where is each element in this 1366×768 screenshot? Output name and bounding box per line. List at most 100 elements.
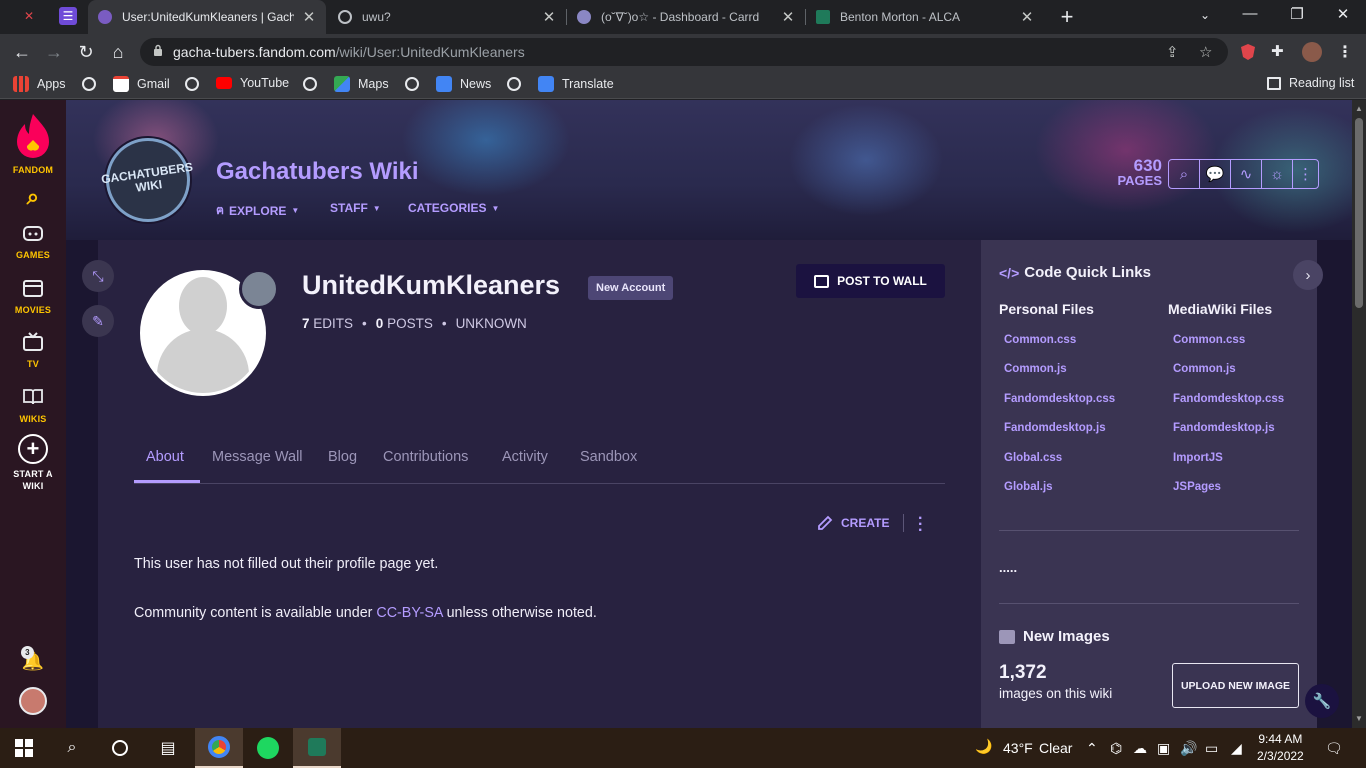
weather-moon-icon[interactable]: 🌙 bbox=[975, 738, 992, 755]
scroll-down-arrow-icon[interactable]: ▼ bbox=[1355, 714, 1363, 723]
rail-start-a-wiki[interactable]: + START A WIKI bbox=[0, 434, 66, 492]
tab-sandbox[interactable]: Sandbox bbox=[580, 449, 637, 465]
bookmark-youtube[interactable]: YouTube bbox=[216, 76, 289, 90]
back-button[interactable]: ← bbox=[10, 41, 34, 63]
tab-carrd[interactable]: (o˘∇˘)o☆ - Dashboard - Carrd ✕ bbox=[567, 0, 805, 34]
fandom-search-button[interactable]: ⌕ bbox=[0, 184, 66, 214]
globe-icon[interactable] bbox=[303, 77, 317, 91]
nav-explore[interactable]: ฅ EXPLORE ▼ bbox=[216, 201, 299, 220]
cc-by-sa-link[interactable]: CC-BY-SA bbox=[376, 605, 442, 621]
wrench-tools-icon[interactable]: 🔧 bbox=[1305, 684, 1339, 718]
chrome-taskbar-icon[interactable] bbox=[195, 728, 243, 768]
clock[interactable]: 9:44 AM 2/3/2022 bbox=[1257, 731, 1304, 765]
battery-icon[interactable]: ▭ bbox=[1205, 740, 1218, 757]
search-icon[interactable]: ⌕ bbox=[48, 728, 96, 768]
bookmark-star-icon[interactable]: ☆ bbox=[1199, 43, 1212, 61]
tab-close-icon[interactable]: ✕ bbox=[781, 8, 795, 26]
home-button[interactable]: ⌂ bbox=[106, 41, 130, 63]
mediawiki-link-fandomdesktop-css[interactable]: Fandomdesktop.css bbox=[1173, 393, 1284, 405]
tab-blog[interactable]: Blog bbox=[328, 449, 357, 465]
personal-link-fandomdesktop-js[interactable]: Fandomdesktop.js bbox=[1004, 422, 1106, 434]
theme-toggle-sun-icon[interactable]: ☼ bbox=[1262, 160, 1293, 188]
tab-search-chevron-icon[interactable]: ⌄ bbox=[1193, 8, 1217, 22]
rail-movies[interactable]: MOVIES bbox=[0, 275, 66, 315]
bookmark-apps[interactable]: Apps bbox=[13, 76, 66, 92]
mediawiki-link-jspages[interactable]: JSPages bbox=[1173, 481, 1221, 493]
globe-icon[interactable] bbox=[507, 77, 521, 91]
scrollbar-thumb[interactable] bbox=[1355, 118, 1363, 308]
post-to-wall-button[interactable]: POST TO WALL bbox=[796, 264, 945, 298]
edit-pencil-icon[interactable]: ✎ bbox=[82, 305, 114, 337]
more-kebab-icon[interactable]: ⋮ bbox=[1293, 160, 1318, 188]
tab-wiki-user[interactable]: User:UnitedKumKleaners | Gacha ✕ bbox=[88, 0, 326, 34]
wiki-search-icon[interactable]: ⌕ bbox=[1169, 160, 1200, 188]
close-window-button[interactable]: ✕ bbox=[1331, 5, 1355, 23]
tab-close-icon[interactable]: ✕ bbox=[542, 8, 556, 26]
wifi-icon[interactable]: ◢ bbox=[1231, 740, 1242, 757]
app-taskbar-icon[interactable] bbox=[293, 728, 341, 768]
globe-icon[interactable] bbox=[185, 77, 199, 91]
restore-button[interactable]: ❐ bbox=[1285, 5, 1309, 23]
reading-list[interactable]: Reading list bbox=[1267, 76, 1354, 90]
share-icon[interactable]: ⇪ bbox=[1166, 43, 1179, 61]
reload-button[interactable]: ↻ bbox=[74, 41, 98, 63]
tab-alca[interactable]: Benton Morton - ALCA ✕ bbox=[806, 0, 1044, 34]
profile-avatar-icon[interactable] bbox=[1302, 42, 1322, 62]
tab-about[interactable]: About bbox=[146, 449, 184, 465]
page-scrollbar[interactable]: ▲ ▼ bbox=[1352, 100, 1366, 728]
spotify-taskbar-icon[interactable] bbox=[244, 728, 292, 768]
discussions-icon[interactable]: 💬 bbox=[1200, 160, 1231, 188]
personal-link-common-css[interactable]: Common.css bbox=[1004, 334, 1076, 346]
personal-link-global-js[interactable]: Global.js bbox=[1004, 481, 1053, 493]
notifications-button[interactable]: 🔔 3 bbox=[0, 646, 66, 678]
user-avatar-button[interactable] bbox=[0, 687, 66, 715]
pinned-tab-app-icon[interactable]: ☰ bbox=[59, 7, 77, 25]
tab-uwu[interactable]: uwu? ✕ bbox=[328, 0, 566, 34]
tab-contributions[interactable]: Contributions bbox=[383, 449, 468, 465]
temperature[interactable]: 43°F bbox=[1003, 740, 1033, 756]
address-bar[interactable]: gacha-tubers.fandom.com/wiki/User:United… bbox=[140, 38, 1228, 66]
tab-activity[interactable]: Activity bbox=[502, 449, 548, 465]
volume-icon[interactable]: 🔊 bbox=[1180, 740, 1197, 757]
activity-icon[interactable]: ∿ bbox=[1231, 160, 1262, 188]
tab-close-icon[interactable]: ✕ bbox=[1020, 8, 1034, 26]
bookmark-gmail[interactable]: Gmail bbox=[113, 76, 170, 92]
new-tab-button[interactable]: + bbox=[1055, 4, 1079, 30]
tray-app-icon[interactable]: ⌬ bbox=[1110, 740, 1122, 757]
pinned-tab-x-icon[interactable]: ✕ bbox=[20, 7, 38, 25]
personal-link-fandomdesktop-css[interactable]: Fandomdesktop.css bbox=[1004, 393, 1115, 405]
collapse-icon[interactable]: ⤡ bbox=[82, 260, 114, 292]
mediawiki-link-importjs[interactable]: ImportJS bbox=[1173, 452, 1223, 464]
sidebar-toggle-chevron-icon[interactable]: › bbox=[1293, 260, 1323, 290]
fandom-home-link[interactable]: FANDOM bbox=[0, 110, 66, 175]
personal-link-global-css[interactable]: Global.css bbox=[1004, 452, 1062, 464]
task-view-icon[interactable]: ▤ bbox=[144, 728, 192, 768]
personal-link-common-js[interactable]: Common.js bbox=[1004, 363, 1067, 375]
notification-center-icon[interactable]: 🗨 bbox=[1325, 740, 1343, 757]
globe-icon[interactable] bbox=[82, 77, 96, 91]
brave-shield-icon[interactable] bbox=[1238, 42, 1258, 62]
rail-wikis[interactable]: WIKIS bbox=[0, 384, 66, 424]
forward-button[interactable]: → bbox=[42, 41, 66, 63]
tab-message-wall[interactable]: Message Wall bbox=[212, 449, 303, 465]
mediawiki-link-fandomdesktop-js[interactable]: Fandomdesktop.js bbox=[1173, 422, 1275, 434]
minimize-button[interactable]: — bbox=[1238, 5, 1262, 22]
onedrive-cloud-icon[interactable]: ☁ bbox=[1133, 740, 1147, 757]
rail-games[interactable]: GAMES bbox=[0, 220, 66, 260]
create-button[interactable]: CREATE bbox=[816, 514, 889, 532]
mediawiki-link-common-js[interactable]: Common.js bbox=[1173, 363, 1236, 375]
nav-staff[interactable]: STAFF ▼ bbox=[330, 201, 381, 215]
bookmark-news[interactable]: News bbox=[436, 76, 491, 92]
tray-chevron-up-icon[interactable]: ⌃ bbox=[1086, 740, 1098, 757]
weather-condition[interactable]: Clear bbox=[1039, 740, 1072, 756]
mediawiki-link-common-css[interactable]: Common.css bbox=[1173, 334, 1245, 346]
rail-tv[interactable]: TV bbox=[0, 329, 66, 369]
upload-new-image-button[interactable]: UPLOAD NEW IMAGE bbox=[1172, 663, 1299, 708]
menu-kebab-icon[interactable]: ⋮ bbox=[1337, 42, 1357, 62]
extensions-puzzle-icon[interactable]: ✚ bbox=[1271, 42, 1291, 62]
tab-close-icon[interactable]: ✕ bbox=[302, 8, 316, 26]
more-options-kebab-icon[interactable]: · · · bbox=[918, 511, 923, 539]
tray-display-icon[interactable]: ▣ bbox=[1157, 740, 1170, 757]
bookmark-translate[interactable]: Translate bbox=[538, 76, 614, 92]
scroll-up-arrow-icon[interactable]: ▲ bbox=[1355, 104, 1363, 113]
